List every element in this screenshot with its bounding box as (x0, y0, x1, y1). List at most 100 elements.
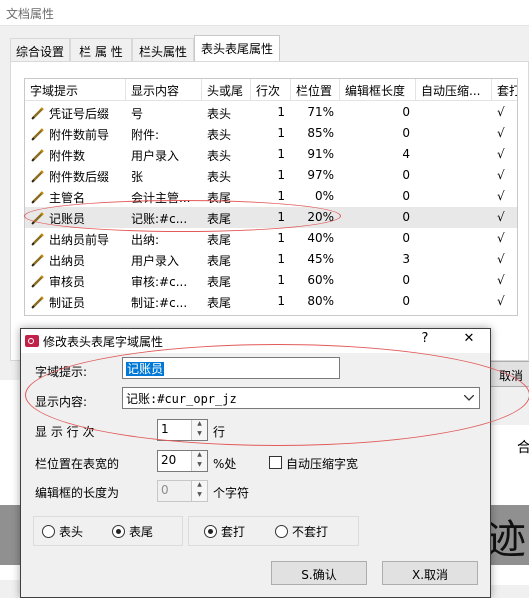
ok-button[interactable]: S.确认 (271, 561, 367, 585)
cell-prompt: 凭证号后缀 (49, 107, 110, 121)
header-column[interactable]: 栏位置 (291, 79, 340, 101)
pen-icon (31, 233, 44, 246)
radio-print[interactable] (204, 525, 217, 538)
edit-length-input[interactable]: 0 ▲ ▼ (157, 480, 208, 502)
cell-line: 1 (277, 189, 285, 203)
tab-header-footer[interactable]: 表头表尾属性 (194, 35, 280, 62)
cell-len: 0 (402, 210, 410, 224)
cell-print: √ (497, 252, 505, 266)
cell-line: 1 (277, 294, 285, 308)
cell-auto (421, 207, 487, 228)
tab-column-properties[interactable]: 栏 属 性 (70, 38, 132, 62)
cell-pos: 表头 (207, 107, 232, 121)
line-input[interactable]: 1 ▲ ▼ (157, 419, 208, 441)
cell-print: √ (497, 105, 505, 119)
radio-noprint[interactable] (275, 525, 288, 538)
cell-print: √ (497, 168, 505, 182)
cell-print: √ (497, 189, 505, 203)
cell-pos: 表尾 (207, 191, 232, 205)
table-row[interactable]: 附件数前导 附件: 表头 1 85% 0 √ (25, 123, 517, 144)
header-prompt[interactable]: 字域提示 (25, 79, 126, 101)
column-suffix: %处 (213, 457, 237, 471)
cell-prompt: 审核员 (49, 275, 86, 289)
cell-auto (421, 249, 487, 270)
line-suffix: 行 (213, 425, 226, 439)
cell-col: 45% (307, 252, 334, 266)
cell-line: 1 (277, 105, 285, 119)
table-row[interactable]: 附件数 用户录入 表头 1 91% 4 √ (25, 144, 517, 165)
auto-compress-checkbox[interactable] (269, 456, 282, 469)
cell-auto (421, 102, 487, 123)
header-edit-length[interactable]: 编辑框长度 (340, 79, 416, 101)
cell-col: 40% (307, 231, 334, 245)
pen-icon (31, 128, 44, 141)
cell-col: 0% (314, 189, 334, 203)
cell-auto (421, 228, 487, 249)
cell-print: √ (497, 126, 505, 140)
header-content[interactable]: 显示内容 (126, 79, 202, 101)
cell-len: 0 (402, 189, 410, 203)
cell-line: 1 (277, 210, 285, 224)
cell-pos: 表尾 (207, 275, 232, 289)
cell-auto (421, 123, 487, 144)
column-spinner[interactable]: ▲ ▼ (191, 451, 207, 471)
cell-content: 审核:#c... (131, 275, 188, 289)
table-row[interactable]: 出纳员前导 出纳: 表尾 1 40% 0 √ (25, 228, 517, 249)
cell-prompt: 出纳员前导 (49, 233, 110, 247)
cell-print: √ (497, 231, 505, 245)
radio-head[interactable] (42, 525, 55, 538)
edit-length-spinner[interactable]: ▲ ▼ (191, 481, 207, 501)
dialog-titlebar: 修改表头表尾字域属性 ? ✕ (21, 329, 490, 353)
cell-pos: 表头 (207, 149, 232, 163)
table-row[interactable]: 凭证号后缀 号 表头 1 71% 0 √ (25, 102, 517, 123)
pen-icon (31, 254, 44, 267)
cancel-button[interactable]: X.取消 (382, 561, 478, 585)
header-print[interactable]: 套打 (492, 79, 517, 101)
header-line[interactable]: 行次 (251, 79, 291, 101)
table-row[interactable]: 制证员 制证:#c... 表尾 1 80% 0 √ (25, 291, 517, 312)
table-row[interactable]: 附件数后缀 张 表头 1 97% 0 √ (25, 165, 517, 186)
preview-text-he: 合 (517, 440, 529, 456)
help-button[interactable]: ? (413, 331, 437, 351)
tab-general[interactable]: 综合设置 (10, 38, 70, 62)
cell-content: 记账:#c... (131, 212, 188, 226)
close-icon[interactable]: ✕ (457, 331, 481, 351)
cell-len: 0 (402, 105, 410, 119)
cell-prompt: 附件数前导 (49, 128, 110, 142)
table-row[interactable]: 记账员 记账:#c... 表尾 1 20% 0 √ (25, 207, 517, 228)
header-position[interactable]: 头或尾 (202, 79, 251, 101)
auto-compress-label: 自动压缩字宽 (286, 457, 359, 471)
cell-pos: 表尾 (207, 212, 232, 226)
cell-len: 0 (402, 273, 410, 287)
cell-line: 1 (277, 126, 285, 140)
pen-icon (31, 296, 44, 309)
tab-column-header[interactable]: 栏头属性 (132, 38, 194, 62)
cell-col: 80% (307, 294, 334, 308)
field-table[interactable]: 字域提示 显示内容 头或尾 行次 栏位置 编辑框长度 自动压缩... 套打 凭证… (24, 78, 518, 316)
radio-tail[interactable] (112, 525, 125, 538)
field-prompt-input[interactable]: 记账员 (122, 357, 340, 379)
column-input[interactable]: 20 ▲ ▼ (157, 450, 208, 472)
cell-line: 1 (277, 147, 285, 161)
print-radio-group: 套打 不套打 (188, 516, 359, 546)
table-row[interactable]: 出纳员 用户录入 表尾 1 45% 3 √ (25, 249, 517, 270)
cell-print: √ (497, 273, 505, 287)
header-auto-compress[interactable]: 自动压缩... (416, 79, 492, 101)
dialog-title: 修改表头表尾字域属性 (43, 335, 164, 349)
cell-content: 制证:#c... (131, 296, 188, 310)
pen-icon (31, 275, 44, 288)
cell-auto (421, 165, 487, 186)
table-row[interactable]: 主管名 会计主管... 表尾 1 0% 0 √ (25, 186, 517, 207)
outer-cancel-button[interactable]: 取消 (490, 361, 529, 387)
app-icon (25, 335, 39, 347)
cell-col: 71% (307, 105, 334, 119)
window-title: 文档属性 (6, 7, 55, 21)
line-spinner[interactable]: ▲ ▼ (191, 420, 207, 440)
table-row[interactable]: 审核员 审核:#c... 表尾 1 60% 0 √ (25, 270, 517, 291)
content-combobox[interactable]: 记账:#cur_opr_jz (122, 387, 480, 409)
cell-prompt: 出纳员 (49, 254, 86, 268)
edit-field-dialog: 修改表头表尾字域属性 ? ✕ 字域提示: 记账员 显示内容: 记账:#cur_o… (20, 328, 491, 598)
cell-line: 1 (277, 273, 285, 287)
cell-content: 出纳: (131, 233, 160, 247)
radio-head-label: 表头 (59, 525, 84, 539)
